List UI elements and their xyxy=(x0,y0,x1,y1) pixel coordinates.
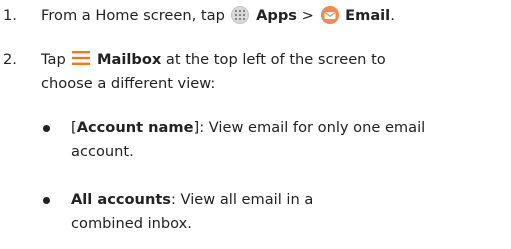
step-text: From a Home screen, tap Apps > Email. xyxy=(41,4,395,28)
bullet-desc: : View email for only one email xyxy=(199,119,426,136)
bullet-icon xyxy=(43,197,50,204)
bullet-text: [Account name]: View email for only one … xyxy=(71,116,425,140)
step-1: 1. From a Home screen, tap Apps > Email. xyxy=(0,4,511,28)
apps-label: Apps xyxy=(256,7,297,24)
bullet-text: All accounts: View all email in a xyxy=(71,188,313,212)
step-text: Tap Mailbox at the top left of the scree… xyxy=(41,48,386,72)
apps-grid-icon xyxy=(231,6,250,24)
step-line2: choose a different view: xyxy=(41,75,216,92)
bullet-item-account-name: [Account name]: View email for only one … xyxy=(0,116,511,164)
step-number: 1. xyxy=(3,7,17,24)
hamburger-menu-icon xyxy=(72,51,91,65)
bullet-desc: : View all email in a xyxy=(171,191,314,208)
separator: > xyxy=(301,7,314,24)
bullet-term: Account name xyxy=(76,119,194,136)
bullet-term: All accounts xyxy=(71,191,171,208)
bullet-item-all-accounts: All accounts: View all email in a combin… xyxy=(0,188,511,236)
email-app-icon xyxy=(320,6,339,24)
bullet-line2: account. xyxy=(71,143,134,160)
bullet-line2: combined inbox. xyxy=(71,215,192,232)
step-2: 2. Tap Mailbox at the top left of the sc… xyxy=(0,48,511,96)
step-end: . xyxy=(390,7,395,24)
mailbox-label: Mailbox xyxy=(97,51,162,68)
bullet-icon xyxy=(43,125,50,132)
step-prefix: Tap xyxy=(41,51,66,68)
step-prefix: From a Home screen, tap xyxy=(41,7,225,24)
email-label: Email xyxy=(345,7,391,24)
step-number: 2. xyxy=(3,51,17,68)
step-line1-suffix: at the top left of the screen to xyxy=(165,51,386,68)
